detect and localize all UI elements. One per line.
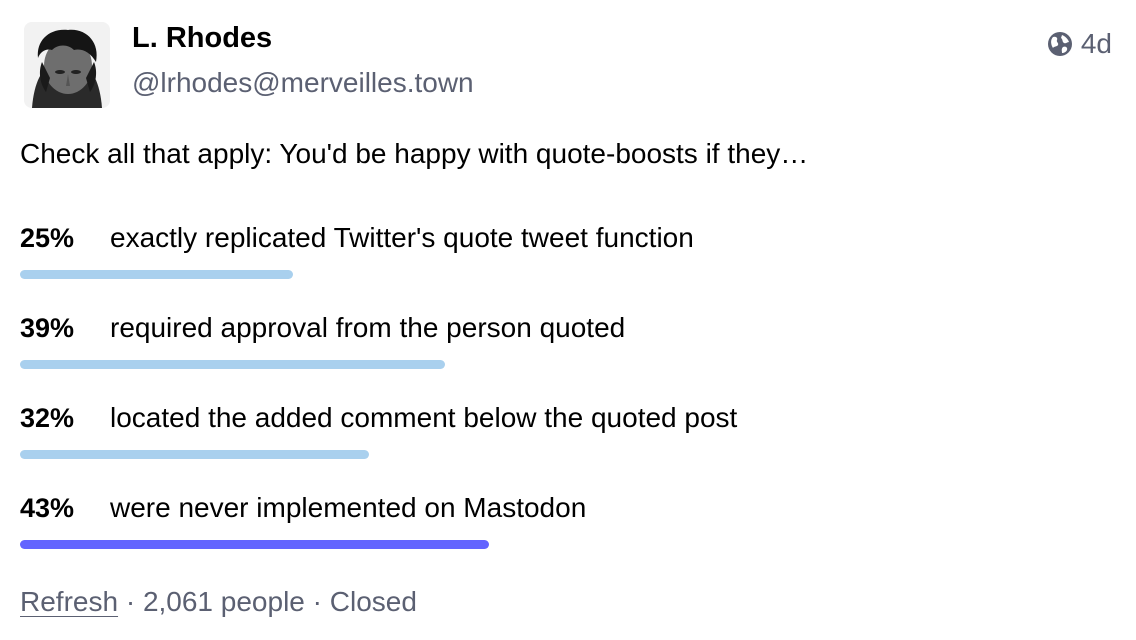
status-meta: 4d (1047, 28, 1112, 60)
account-handle[interactable]: @lrhodes@merveilles.town (132, 67, 474, 99)
poll-option-label: located the added comment below the quot… (110, 402, 738, 433)
poll-option-percent: 25% (20, 223, 75, 253)
poll-option-percent: 43% (20, 493, 75, 523)
post-age[interactable]: 4d (1081, 28, 1112, 60)
refresh-button[interactable]: Refresh (20, 586, 118, 617)
poll-option: 39% required approval from the person qu… (20, 312, 1120, 402)
separator: · (304, 586, 330, 617)
poll-state: Closed (329, 586, 417, 617)
poll-option-percent: 32% (20, 403, 75, 433)
status-card: L. Rhodes @lrhodes@merveilles.town 4d Ch… (0, 0, 1136, 640)
poll-option-percent: 39% (20, 313, 75, 343)
poll-option: 32% located the added comment below the … (20, 402, 1120, 492)
user-avatar-icon (24, 22, 110, 108)
poll-option-bar (20, 540, 489, 549)
poll-option-label: required approval from the person quoted (110, 312, 626, 343)
poll-option-bar (20, 270, 293, 279)
poll-footer: Refresh · 2,061 people · Closed (20, 586, 417, 618)
avatar[interactable] (24, 22, 110, 108)
poll-option-bar (20, 450, 369, 459)
poll-option: 43% were never implemented on Mastodon (20, 492, 1120, 582)
status-text: Check all that apply: You'd be happy wit… (20, 138, 809, 169)
separator: · (118, 586, 143, 617)
poll-option-bar (20, 360, 445, 369)
poll-option: 25% exactly replicated Twitter's quote t… (20, 222, 1120, 312)
poll-option-label: were never implemented on Mastodon (110, 492, 587, 523)
globe-icon (1047, 31, 1073, 57)
display-name[interactable]: L. Rhodes (132, 22, 272, 55)
poll-option-label: exactly replicated Twitter's quote tweet… (110, 222, 694, 253)
voter-count: 2,061 people (142, 586, 305, 617)
poll: 25% exactly replicated Twitter's quote t… (20, 222, 1120, 582)
